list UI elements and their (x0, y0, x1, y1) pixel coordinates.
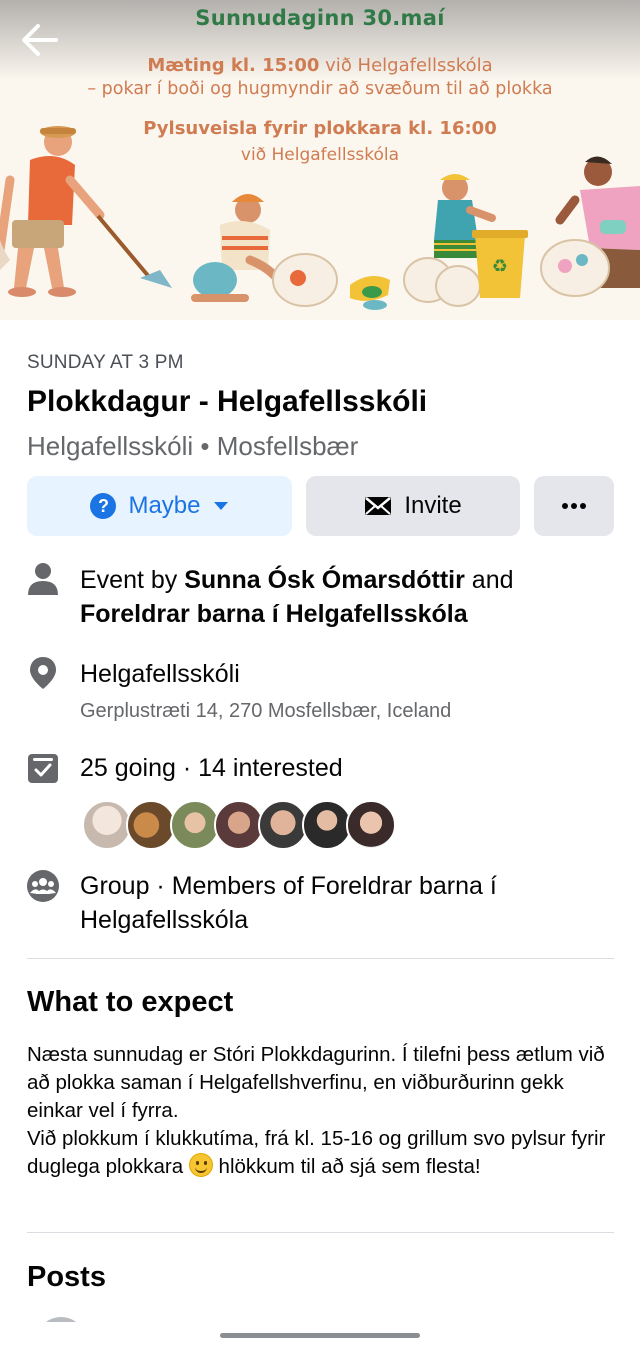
calendar-check-icon (26, 751, 60, 785)
svg-text:♻: ♻ (492, 256, 508, 277)
banner-bags-line: – pokar í boði og hugmyndir að svæðum ti… (87, 79, 553, 99)
host-group-link[interactable]: Foreldrar barna í Helgafellsskóla (80, 600, 468, 628)
illustration-litter (350, 276, 390, 310)
envelope-icon (365, 497, 392, 515)
section-divider (27, 1232, 614, 1233)
location-name[interactable]: Helgafellsskóli (80, 657, 610, 691)
more-options-button[interactable] (534, 476, 614, 536)
caret-down-icon (213, 502, 228, 510)
banner-party-line: Pylsuveisla fyrir plokkara kl. 16:00 (143, 118, 497, 139)
back-button[interactable] (18, 20, 62, 60)
question-mark-icon: ? (90, 493, 117, 519)
more-dots-icon (562, 503, 586, 509)
host-prefix: Event by (80, 566, 185, 594)
host-name-link[interactable]: Sunna Ósk Ómarsdóttir (184, 566, 465, 594)
maybe-rsvp-button[interactable]: ? Maybe (27, 476, 292, 536)
about-heading: What to expect (27, 986, 234, 1018)
banner-meeting-time: Mæting kl. 15:00 (147, 55, 320, 76)
location-pin-icon (26, 656, 60, 690)
posts-heading: Posts (27, 1261, 106, 1293)
banner-meeting-line: Mæting kl. 15:00 við Helgafellsskóla (0, 55, 640, 76)
location-address: Gerplustræti 14, 270 Mosfellsbær, Icelan… (80, 700, 452, 722)
description-paragraph: Næsta sunnudag er Stóri Plokkdagurinn. Í… (27, 1043, 605, 1122)
description-text-end: hlökkum til að sjá sem flesta! (212, 1155, 481, 1178)
banner-meeting-place: við Helgafellsskóla (319, 55, 493, 76)
attendee-avatar[interactable] (82, 800, 132, 850)
host-joiner: and (464, 566, 514, 594)
event-cover-image[interactable]: ♻ Sunnudaginn 30.maí Mæting kl. 15:00 vi… (0, 0, 640, 320)
attendee-avatar[interactable] (302, 800, 352, 850)
home-indicator[interactable] (220, 1333, 420, 1338)
maybe-label: Maybe (128, 492, 201, 519)
attendee-avatar[interactable] (214, 800, 264, 850)
banner-party-place: við Helgafellsskóla (240, 145, 400, 165)
attendee-avatars[interactable] (82, 800, 402, 852)
section-divider (27, 958, 614, 959)
attendee-avatar[interactable] (346, 800, 396, 850)
invite-button[interactable]: Invite (306, 476, 520, 536)
event-title: Plokkdagur - Helgafellsskóli (27, 385, 428, 418)
event-location-summary[interactable]: Helgafellsskóli • Mosfellsbær (27, 431, 358, 462)
description-paragraph-2: Við plokkum í klukkutíma, frá kl. 15-16 … (27, 1125, 617, 1181)
attendance-summary[interactable]: 25 going · 14 interested (80, 751, 610, 785)
group-icon (26, 869, 60, 903)
event-host-info: Event by Sunna Ósk Ómarsdóttir and Forel… (80, 563, 610, 631)
invite-label: Invite (404, 492, 462, 519)
attendee-avatar[interactable] (258, 800, 308, 850)
event-description: Næsta sunnudag er Stóri Plokkdagurinn. Í… (27, 1041, 617, 1181)
illustration-person-crouching (191, 194, 338, 307)
banner-date: Sunnudaginn 30.maí (195, 6, 445, 30)
back-arrow-icon (22, 24, 58, 56)
group-info[interactable]: Group · Members of Foreldrar barna í Hel… (80, 869, 610, 937)
event-date-time: SUNDAY AT 3 PM (27, 352, 184, 373)
illustration-person-recycling: ♻ (403, 174, 528, 307)
smiley-emoji-icon (188, 1153, 213, 1177)
attendee-avatar[interactable] (170, 800, 220, 850)
person-icon (26, 562, 60, 596)
illustration-person-bag (540, 156, 640, 297)
attendee-avatar[interactable] (126, 800, 176, 850)
